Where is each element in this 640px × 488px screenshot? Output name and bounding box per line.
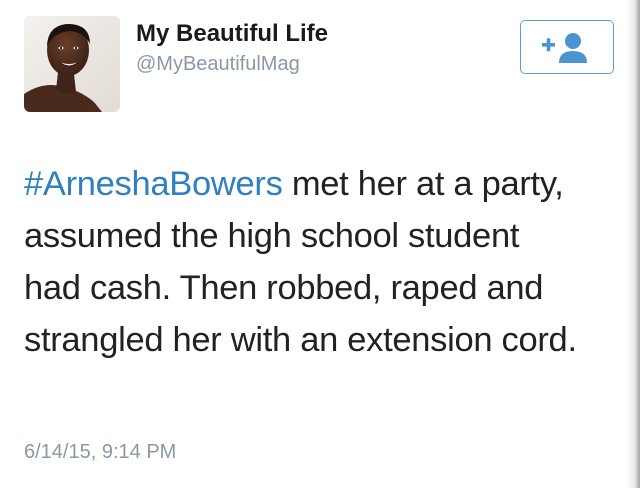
edge-shadow	[626, 0, 640, 488]
display-name[interactable]: My Beautiful Life	[136, 20, 328, 48]
follow-button[interactable]	[520, 20, 614, 74]
user-handle[interactable]: @MyBeautifulMag	[136, 53, 300, 76]
tweet-text: #ArneshaBowers met her at a party, assum…	[24, 158, 584, 366]
hashtag-link[interactable]: #ArneshaBowers	[24, 165, 283, 203]
timestamp[interactable]: 6/14/15, 9:14 PM	[24, 441, 176, 464]
avatar[interactable]	[24, 16, 120, 112]
add-person-icon	[542, 33, 587, 63]
woman-portrait-avatar-icon	[24, 16, 120, 112]
